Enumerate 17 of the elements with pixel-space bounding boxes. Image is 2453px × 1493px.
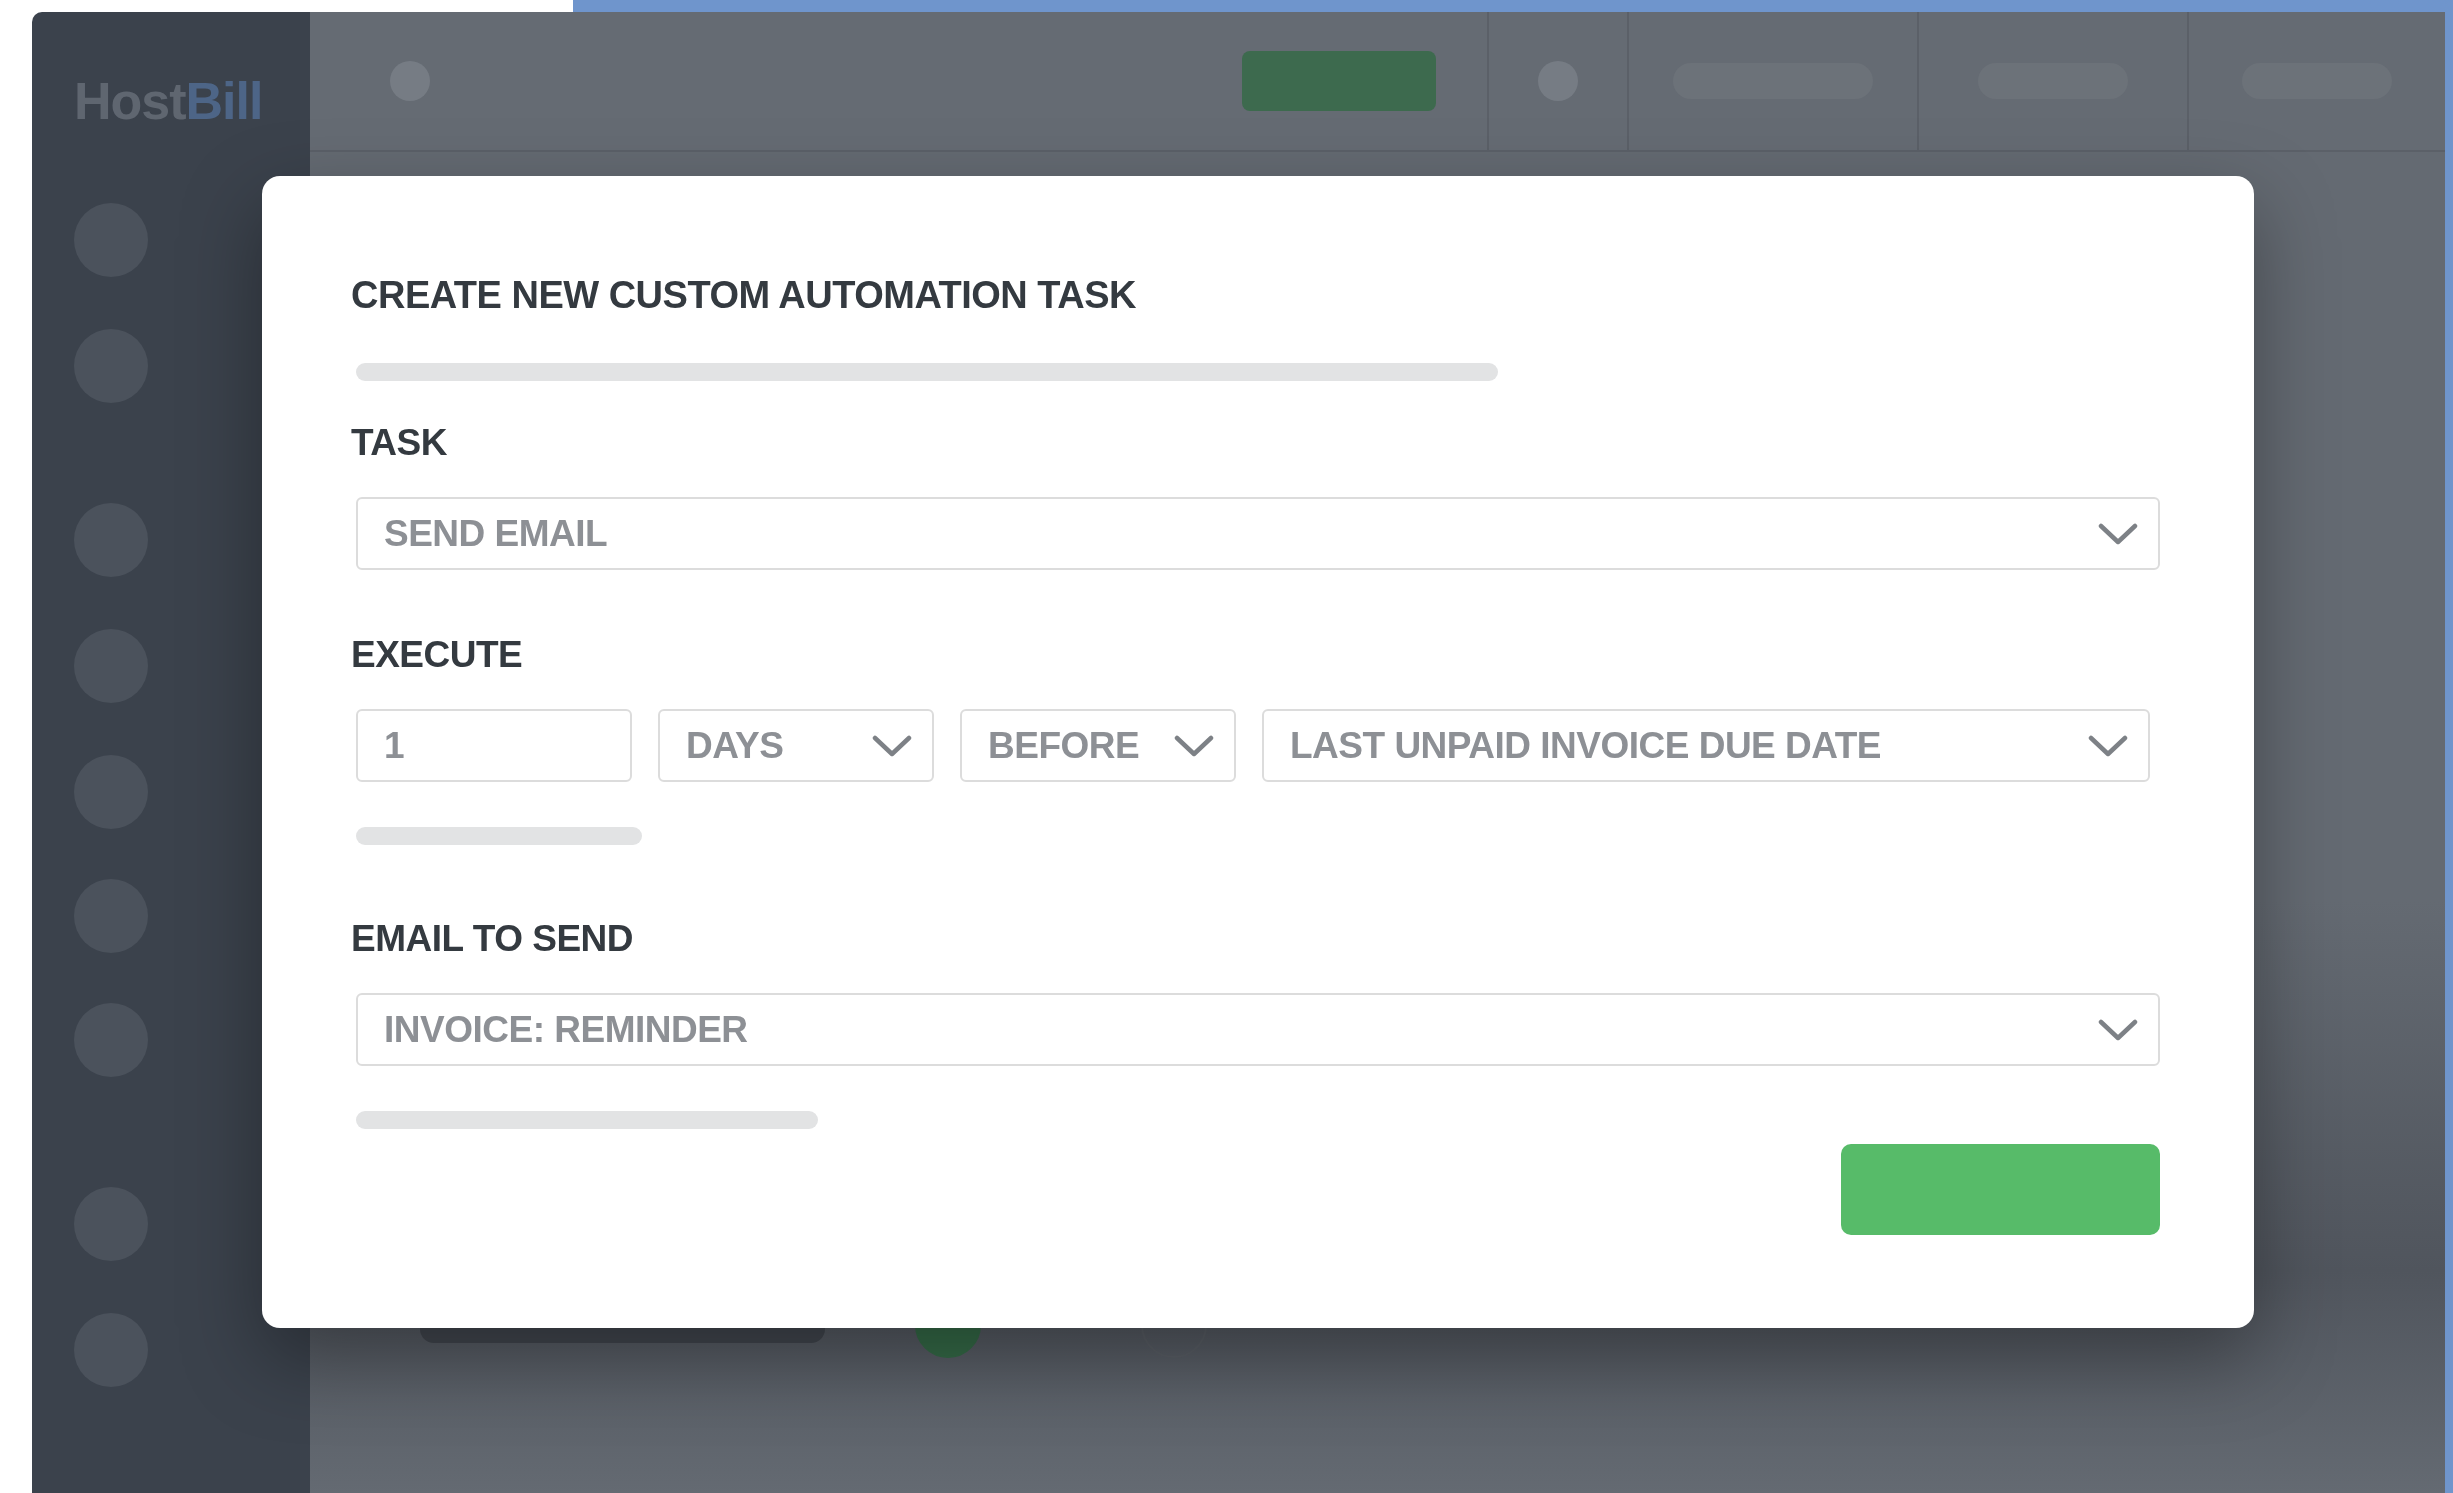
field-label: EXECUTE bbox=[351, 633, 524, 676]
chevron-down-icon bbox=[872, 733, 912, 758]
field-label: EMAIL TO SEND bbox=[351, 917, 634, 960]
dropdown[interactable]: INVOICE: REMINDER bbox=[356, 993, 2160, 1066]
chevron-down-icon bbox=[2098, 1017, 2138, 1042]
dropdown[interactable]: DAYS bbox=[658, 709, 934, 782]
chevron-down-icon bbox=[2088, 733, 2128, 758]
chevron-down-icon bbox=[1174, 733, 1214, 758]
dropdown[interactable]: LAST UNPAID INVOICE DUE DATE bbox=[1262, 709, 2150, 782]
input-field[interactable]: 1 bbox=[356, 709, 632, 782]
modal-title: CREATE NEW CUSTOM AUTOMATION TASK bbox=[351, 273, 1137, 317]
dropdown[interactable]: SEND EMAIL bbox=[356, 497, 2160, 570]
dropdown[interactable]: BEFORE bbox=[960, 709, 1236, 782]
chevron-down-icon bbox=[2098, 521, 2138, 546]
field-label: TASK bbox=[351, 421, 448, 464]
header-button[interactable] bbox=[1242, 51, 1436, 111]
submit-button[interactable] bbox=[1841, 1144, 2160, 1235]
